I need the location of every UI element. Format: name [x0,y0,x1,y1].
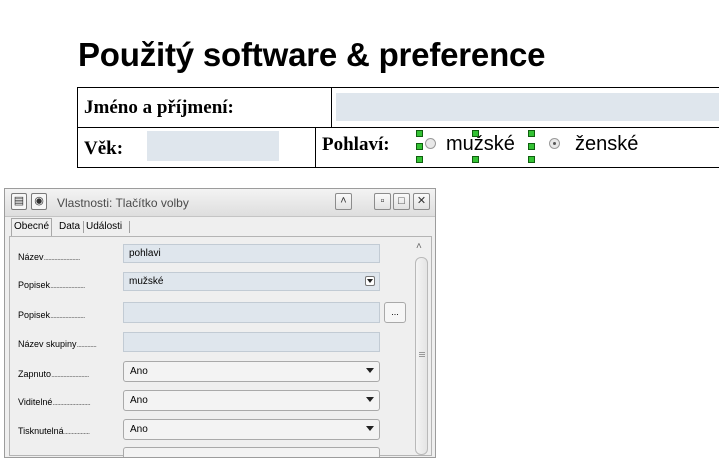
properties-dialog: ▤ ◉ Vlastnosti: Tlačítko volby ˄ ▫ □ ✕ O… [4,188,436,458]
selection-handle-icon[interactable] [416,130,423,137]
visible-select[interactable]: Ano [123,390,380,411]
prop-label-name: Název........................ [18,252,81,262]
general-panel: Název........................ pohlavi Po… [9,236,432,457]
selection-handle-icon[interactable] [416,143,423,150]
caption-combo[interactable]: mužské [123,272,380,291]
pin-icon[interactable]: ◉ [31,193,47,210]
caption-input[interactable] [123,302,380,323]
prop-label-group-name: Název skupiny............. [18,339,97,349]
selection-handle-icon[interactable] [472,130,479,137]
prop-label-caption: Popisek....................... [18,280,86,290]
scroll-track[interactable] [415,257,428,455]
prop-label-caption-2: Popisek....................... [18,310,86,320]
age-cell: Věk: [78,128,316,168]
name-field[interactable] [336,93,719,121]
printable-select-value: Ano [130,424,148,435]
visible-select-value: Ano [130,395,148,406]
tab-general[interactable]: Obecné [11,218,53,236]
selection-handle-icon[interactable] [472,156,479,163]
prop-label-printable: Tisknutelná................. [18,426,90,436]
name-input[interactable]: pohlavi [123,244,380,263]
prop-label-enabled: Zapnuto......................... [18,369,90,379]
browse-button[interactable]: ... [384,302,406,323]
printable-select[interactable]: Ano [123,419,380,440]
chevron-down-icon [366,426,374,431]
dialog-titlebar[interactable]: ▤ ◉ Vlastnosti: Tlačítko volby ˄ ▫ □ ✕ [5,189,435,217]
chevron-down-icon [366,397,374,402]
enabled-select[interactable]: Ano [123,361,380,382]
minimize-button[interactable]: ▫ [374,193,391,210]
chevron-down-icon[interactable] [365,276,375,286]
chevron-down-icon [366,368,374,373]
tab-events[interactable]: Události [84,219,124,235]
prop-label-visible: Viditelné......................... [18,397,91,407]
name-input-cell [332,88,719,128]
tab-divider [129,221,130,233]
name-label-cell: Jméno a příjmení: [78,88,332,128]
radio-female-label[interactable]: ženské [575,133,638,156]
selection-handle-icon[interactable] [528,156,535,163]
radio-male-label[interactable]: mužské [446,133,515,156]
caption-combo-value: mužské [129,276,164,287]
maximize-button[interactable]: □ [393,193,410,210]
selection-handle-icon[interactable] [528,130,535,137]
document-icon[interactable]: ▤ [11,193,27,210]
selection-handle-icon[interactable] [416,156,423,163]
age-label: Věk: [84,138,124,159]
gender-label: Pohlaví: [322,134,390,155]
scroll-up-icon[interactable]: ˄ [416,241,422,252]
name-label: Jméno a příjmení: [84,97,234,118]
radio-male-icon[interactable] [425,138,436,149]
tab-data[interactable]: Data [57,219,82,235]
vertical-scrollbar[interactable]: ˄ [415,241,428,455]
radio-female-icon[interactable] [549,138,560,149]
shade-button[interactable]: ˄ [335,193,352,210]
document-heading: Použitý software & preference [78,36,546,73]
scroll-grip-icon [419,352,425,353]
age-field[interactable] [147,131,279,161]
dialog-title: Vlastnosti: Tlačítko volby [57,196,189,210]
gender-cell: Pohlaví: [316,128,719,168]
selection-handle-icon[interactable] [528,143,535,150]
close-button[interactable]: ✕ [413,193,430,210]
next-select[interactable] [123,447,380,457]
enabled-select-value: Ano [130,366,148,377]
group-name-input[interactable] [123,332,380,352]
